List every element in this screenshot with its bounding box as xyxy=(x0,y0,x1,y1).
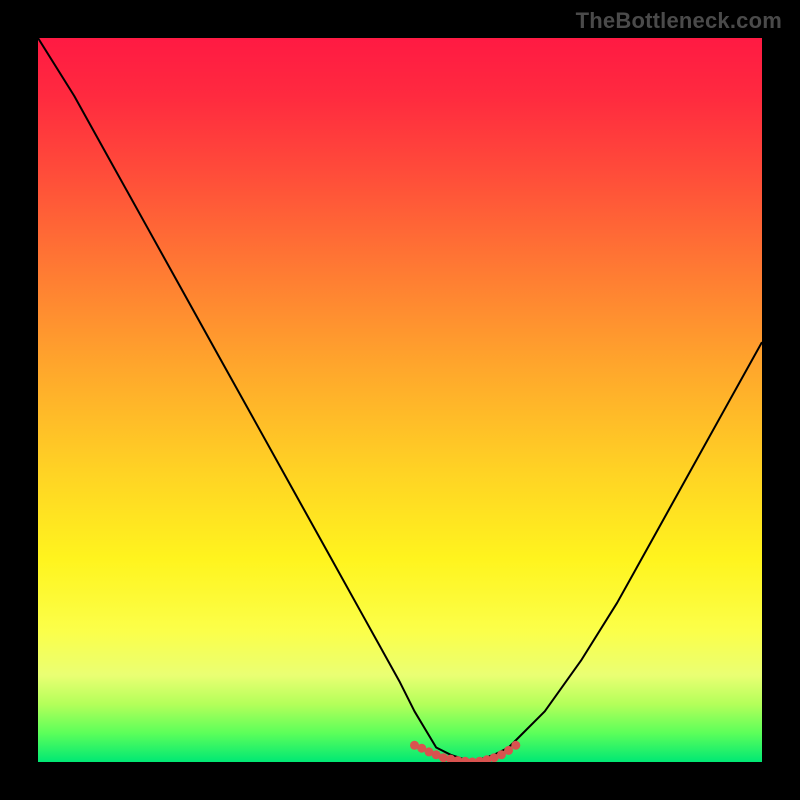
plot-area xyxy=(38,38,762,762)
watermark-text: TheBottleneck.com xyxy=(576,8,782,34)
optimal-dot xyxy=(511,741,520,750)
chart-frame: TheBottleneck.com xyxy=(0,0,800,800)
optimal-zone-dots xyxy=(410,741,520,762)
chart-svg xyxy=(38,38,762,762)
bottleneck-curve xyxy=(38,38,762,762)
